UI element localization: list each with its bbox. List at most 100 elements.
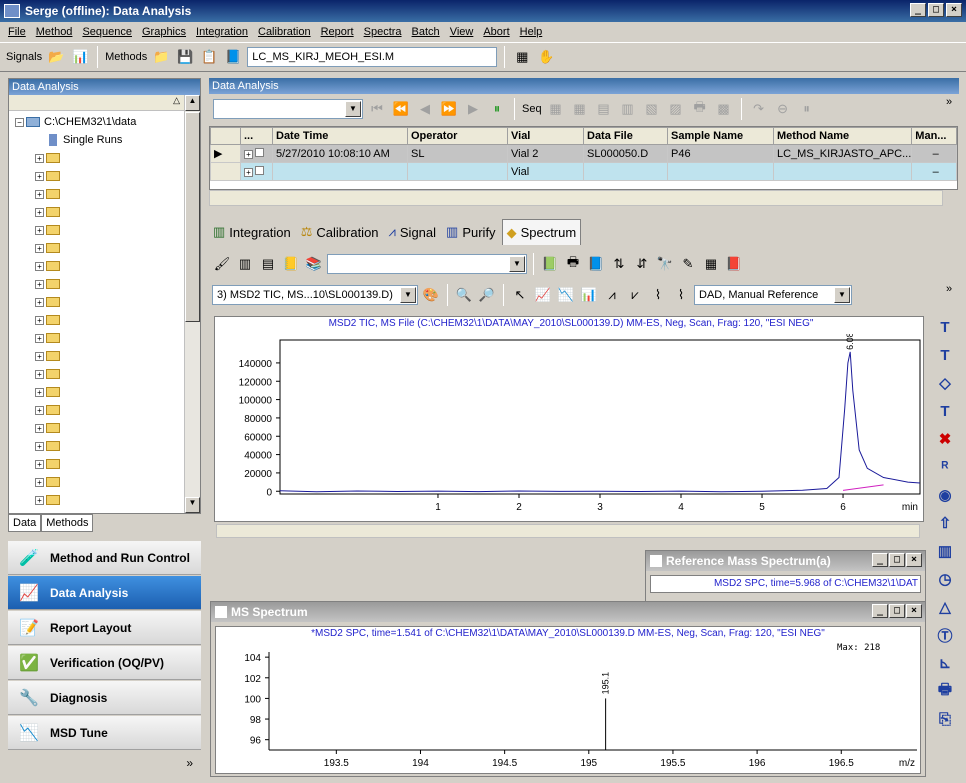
expand-icon[interactable]: + <box>35 153 44 163</box>
axis-tool-icon[interactable]: ⊾ <box>934 652 956 674</box>
spectrum-tool-icon[interactable]: 📗 <box>540 254 560 274</box>
first-icon[interactable]: ⏮ <box>367 99 387 119</box>
expand-icon[interactable]: + <box>35 261 44 271</box>
method-book-icon[interactable]: 📘 <box>223 47 243 67</box>
expand-icon[interactable]: + <box>35 297 44 307</box>
expand-icon[interactable]: + <box>35 225 44 235</box>
seq-tool-icon[interactable]: ▩ <box>714 99 734 119</box>
triangle-tool-icon[interactable]: △ <box>934 596 956 618</box>
nav-more-icon[interactable]: » <box>8 751 201 775</box>
color-tool-icon[interactable]: ◉ <box>934 484 956 506</box>
tab-spectrum[interactable]: ◆ Spectrum <box>501 219 582 245</box>
col-header[interactable]: Method Name <box>772 127 913 145</box>
tree-folder[interactable]: + <box>9 401 184 419</box>
title-tool-icon[interactable]: Ⓣ <box>934 624 956 646</box>
method-copy-icon[interactable]: 📋 <box>199 47 219 67</box>
tree-folder[interactable]: + <box>9 473 184 491</box>
chart-hscrollbar[interactable] <box>216 524 920 538</box>
col-header[interactable]: ... <box>240 127 273 145</box>
tree-scrollbar[interactable]: ▲ ▼ <box>184 95 200 513</box>
col-header[interactable]: Man... <box>911 127 957 145</box>
table-row[interactable]: ▶ + 5/27/2010 10:08:10 AM SL Vial 2 SL00… <box>210 144 957 163</box>
minimize-button[interactable]: _ <box>910 3 926 17</box>
toolbar-overflow-icon[interactable]: » <box>946 283 952 295</box>
tab-methods[interactable]: Methods <box>41 514 94 532</box>
zoom-in-icon[interactable]: 🔍 <box>454 285 474 305</box>
tree-folder[interactable]: + <box>9 239 184 257</box>
seq-tool-icon[interactable]: ▧ <box>642 99 662 119</box>
seq-tool-icon[interactable]: ▤ <box>594 99 614 119</box>
tree-root[interactable]: − C:\CHEM32\1\data <box>9 113 184 131</box>
expand-icon[interactable]: + <box>35 387 44 397</box>
tree-folder[interactable]: + <box>9 167 184 185</box>
close-button[interactable]: × <box>906 553 922 567</box>
chevron-down-icon[interactable]: ▼ <box>509 256 525 272</box>
signal-tool-icon[interactable]: 🎨 <box>421 285 441 305</box>
redo-icon[interactable]: ↷ <box>749 99 769 119</box>
nav-msd-tune[interactable]: 📉 MSD Tune <box>8 716 201 750</box>
minimize-button[interactable]: _ <box>872 604 888 618</box>
expand-icon[interactable]: + <box>244 149 253 159</box>
nist-icon[interactable]: 📕 <box>724 254 744 274</box>
minimize-button[interactable]: _ <box>872 553 888 567</box>
col-header[interactable]: Operator <box>407 127 508 145</box>
tab-calibration[interactable]: ⚖ Calibration <box>297 219 383 245</box>
binoculars-icon[interactable]: 🔭 <box>655 254 675 274</box>
menu-file[interactable]: File <box>4 26 32 38</box>
scroll-thumb[interactable] <box>185 112 200 322</box>
tree-folder[interactable]: + <box>9 419 184 437</box>
clock-tool-icon[interactable]: ◷ <box>934 568 956 590</box>
chevron-down-icon[interactable]: ▼ <box>400 287 416 303</box>
col-header[interactable]: Vial <box>507 127 584 145</box>
tree-folder[interactable]: + <box>9 491 184 509</box>
signal-select[interactable]: 3) MSD2 TIC, MS...10\SL000139.D) ▼ <box>212 285 418 305</box>
forward-icon[interactable]: ⏩ <box>439 99 459 119</box>
up-tool-icon[interactable]: ⇧ <box>934 512 956 534</box>
pause-circle-icon[interactable]: ⏸ <box>797 99 817 119</box>
spectrum-tool-icon[interactable]: ▥ <box>235 254 255 274</box>
chevron-down-icon[interactable]: ▼ <box>834 287 850 303</box>
sequence-select[interactable]: ▼ <box>213 99 363 119</box>
expand-icon[interactable]: + <box>35 243 44 253</box>
expand-icon[interactable]: + <box>35 333 44 343</box>
nav-method-run-control[interactable]: 🧪 Method and Run Control <box>8 541 201 575</box>
seq-tool-icon[interactable]: ▥ <box>618 99 638 119</box>
tree-folder[interactable]: + <box>9 275 184 293</box>
close-button[interactable]: × <box>906 604 922 618</box>
menu-report[interactable]: Report <box>317 26 360 38</box>
signal-tool-icon[interactable]: ⌇ <box>671 285 691 305</box>
signal-options-icon[interactable]: 📊 <box>70 47 90 67</box>
text-tool-icon[interactable]: T <box>934 316 956 338</box>
back-icon[interactable]: ◀ <box>415 99 435 119</box>
expand-icon[interactable]: + <box>35 315 44 325</box>
menu-integration[interactable]: Integration <box>192 26 254 38</box>
tic-chart[interactable]: 0 20000 40000 60000 80000 100000 120000 140000 1… <box>214 334 924 520</box>
close-button[interactable]: × <box>946 3 962 17</box>
maximize-button[interactable]: □ <box>889 604 905 618</box>
table-view-icon[interactable]: ▦ <box>512 47 532 67</box>
table-hscrollbar[interactable] <box>209 190 943 206</box>
expand-icon[interactable]: + <box>35 423 44 433</box>
chart-tool-icon[interactable]: ▥ <box>934 540 956 562</box>
tree-folder[interactable]: + <box>9 383 184 401</box>
spectrum-tool-icon[interactable]: 📘 <box>586 254 606 274</box>
tree-folder[interactable]: + <box>9 347 184 365</box>
menu-abort[interactable]: Abort <box>479 26 515 38</box>
col-header[interactable]: Sample Name <box>667 127 774 145</box>
spectrum-tool-icon[interactable]: ⇅ <box>609 254 629 274</box>
pointer-icon[interactable]: ↖ <box>510 285 530 305</box>
delete-tool-icon[interactable]: ✖ <box>934 428 956 450</box>
seq-tool-icon[interactable]: ▨ <box>666 99 686 119</box>
spectrum-tool-icon[interactable]: 📚 <box>304 254 324 274</box>
spectrum-tool-icon[interactable]: 🖌 <box>212 254 232 274</box>
tab-integration[interactable]: ▥ Integration <box>209 219 295 245</box>
spectrum-tool-icon[interactable]: ⇵ <box>632 254 652 274</box>
signal-tool-icon[interactable]: 📉 <box>556 285 576 305</box>
tree-folder[interactable]: + <box>9 257 184 275</box>
print-icon[interactable]: 🖶 <box>563 254 583 274</box>
tab-purify[interactable]: ▥ Purify <box>442 219 500 245</box>
spectrum-tool-icon[interactable]: ▤ <box>258 254 278 274</box>
nav-data-analysis[interactable]: 📈 Data Analysis <box>8 576 201 610</box>
load-signal-icon[interactable]: 📂 <box>46 47 66 67</box>
signal-tool-icon[interactable]: ⩗ <box>625 285 645 305</box>
